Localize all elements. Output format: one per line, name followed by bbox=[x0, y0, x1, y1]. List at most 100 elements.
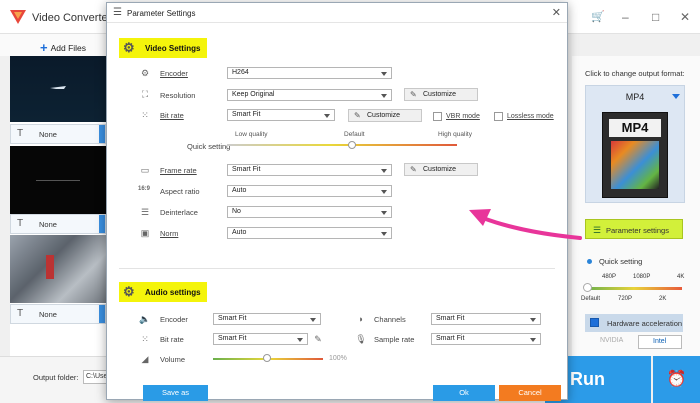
video-quality-slider-track[interactable] bbox=[227, 144, 457, 146]
chevron-down-icon bbox=[310, 318, 316, 322]
audio-settings-title: Audio settings bbox=[145, 288, 201, 297]
film-art bbox=[611, 141, 659, 189]
tick-label: High quality bbox=[438, 131, 472, 138]
encoder-icon: ⚙ bbox=[140, 68, 150, 78]
intel-logo: Intel bbox=[638, 335, 682, 349]
norm-label[interactable]: Norm bbox=[160, 229, 178, 238]
mp4-icon-text: MP4 bbox=[609, 119, 661, 137]
quick-setting-label: Quick setting bbox=[599, 257, 643, 266]
select-value: Auto bbox=[232, 187, 247, 194]
chevron-down-icon bbox=[381, 232, 387, 236]
close-app-button[interactable]: ✕ bbox=[680, 10, 690, 24]
tick-label: 480P bbox=[602, 274, 617, 280]
add-files-button[interactable]: + Add Files bbox=[40, 40, 86, 55]
alarm-clock-icon[interactable]: ⏰ bbox=[653, 356, 700, 403]
select-value: H264 bbox=[232, 69, 249, 76]
resolution-select[interactable]: Keep Original bbox=[227, 89, 392, 101]
pencil-icon[interactable]: ✎ bbox=[312, 334, 324, 345]
minimize-button[interactable]: – bbox=[622, 10, 629, 24]
customize-label: Customize bbox=[367, 112, 401, 119]
frame-rate-label[interactable]: Frame rate bbox=[160, 166, 197, 175]
frame-rate-customize-button[interactable]: ✎ Customize bbox=[404, 163, 478, 176]
video-thumbnail[interactable] bbox=[10, 146, 106, 214]
volume-slider-handle[interactable] bbox=[263, 354, 271, 362]
sample-rate-select[interactable]: Smart Fit bbox=[431, 333, 541, 345]
video-encoder-select[interactable]: H264 bbox=[227, 67, 392, 79]
vbr-mode-label[interactable]: VBR mode bbox=[446, 113, 480, 120]
bitrate-customize-button[interactable]: ✎ Customize bbox=[348, 109, 422, 122]
hardware-acceleration-toggle[interactable]: Hardware acceleration bbox=[585, 314, 683, 332]
resolution-label: Resolution bbox=[160, 91, 196, 100]
video-thumbnail[interactable] bbox=[10, 235, 106, 303]
checkbox-icon bbox=[590, 318, 599, 327]
chevron-down-icon bbox=[381, 94, 387, 98]
volume-label: Volume bbox=[160, 355, 186, 364]
cart-icon[interactable]: 🛒 bbox=[591, 10, 605, 23]
select-value: Smart Fit bbox=[218, 335, 247, 342]
output-format-selector[interactable]: MP4 MP4 bbox=[585, 85, 685, 203]
tick-label: Low quality bbox=[235, 131, 268, 138]
norm-select[interactable]: Auto bbox=[227, 227, 392, 239]
vbr-mode-checkbox[interactable] bbox=[433, 112, 442, 121]
subtitle-row[interactable]: T None bbox=[10, 124, 106, 144]
airplane-icon bbox=[50, 86, 66, 89]
quick-setting-label: Quick setting bbox=[187, 142, 231, 151]
plus-icon: + bbox=[40, 40, 48, 55]
audio-bitrate-icon: ⁙ bbox=[141, 334, 149, 344]
deinterlace-label: Deinterlace bbox=[160, 208, 198, 217]
pencil-icon: ✎ bbox=[410, 90, 417, 99]
app-logo-icon bbox=[10, 10, 26, 24]
parameter-settings-button[interactable]: ☰ Parameter settings bbox=[585, 219, 683, 239]
section-divider bbox=[119, 268, 555, 269]
ok-button[interactable]: Ok bbox=[433, 385, 495, 401]
maximize-button[interactable]: □ bbox=[652, 10, 659, 24]
frame-rate-select[interactable]: Smart Fit bbox=[227, 164, 392, 176]
resolution-customize-button[interactable]: ✎ Customize bbox=[404, 88, 478, 101]
subtitle-row[interactable]: T None bbox=[10, 304, 106, 324]
gear-icon: ⚙ bbox=[123, 40, 135, 55]
parameter-settings-label: Parameter settings bbox=[606, 226, 669, 235]
quick-setting-dot bbox=[587, 259, 592, 264]
run-label: Run bbox=[570, 369, 605, 389]
select-value: No bbox=[232, 208, 241, 215]
subtitle-row[interactable]: T None bbox=[10, 214, 106, 234]
selection-bar bbox=[99, 125, 105, 143]
video-encoder-label[interactable]: Encoder bbox=[160, 69, 188, 78]
app-title: Video Converter bbox=[32, 12, 112, 24]
sample-rate-label: Sample rate bbox=[374, 335, 415, 344]
text-icon: T bbox=[17, 128, 24, 139]
lossless-mode-checkbox[interactable] bbox=[494, 112, 503, 121]
output-folder-label: Output folder: bbox=[33, 373, 79, 382]
aspect-ratio-label: Aspect ratio bbox=[160, 187, 200, 196]
chevron-down-icon bbox=[381, 72, 387, 76]
audio-encoder-select[interactable]: Smart Fit bbox=[213, 313, 321, 325]
audio-bitrate-select[interactable]: Smart Fit bbox=[213, 333, 308, 345]
pencil-icon: ✎ bbox=[354, 111, 361, 120]
customize-label: Customize bbox=[423, 91, 457, 98]
quality-slider-track[interactable] bbox=[586, 287, 682, 290]
gear-icon: ⚙ bbox=[123, 284, 135, 299]
chevron-down-icon bbox=[324, 114, 330, 118]
quality-slider-handle[interactable] bbox=[583, 283, 592, 292]
video-bitrate-label[interactable]: Bit rate bbox=[160, 111, 184, 120]
tick-label: 1080P bbox=[633, 274, 651, 280]
video-thumbnail[interactable] bbox=[10, 56, 106, 122]
tick-label: 4K bbox=[677, 274, 685, 280]
selection-bar bbox=[99, 215, 105, 233]
close-dialog-button[interactable]: ✕ bbox=[552, 6, 561, 19]
channels-select[interactable]: Smart Fit bbox=[431, 313, 541, 325]
chevron-down-icon bbox=[381, 190, 387, 194]
lossless-mode-label[interactable]: Lossless mode bbox=[507, 113, 554, 120]
audio-settings-header: ⚙ Audio settings bbox=[119, 282, 207, 302]
video-quality-slider-handle[interactable] bbox=[348, 141, 356, 149]
tick-label: 2K bbox=[659, 296, 667, 302]
cancel-button[interactable]: Cancel bbox=[499, 385, 561, 401]
save-as-button[interactable]: Save as bbox=[143, 385, 208, 401]
subtitle-value: None bbox=[39, 310, 57, 319]
select-value: Smart Fit bbox=[232, 166, 261, 173]
tick-label: Default bbox=[581, 296, 601, 302]
deinterlace-select[interactable]: No bbox=[227, 206, 392, 218]
video-bitrate-select[interactable]: Smart Fit bbox=[227, 109, 335, 121]
select-value: Smart Fit bbox=[436, 335, 465, 342]
aspect-ratio-select[interactable]: Auto bbox=[227, 185, 392, 197]
